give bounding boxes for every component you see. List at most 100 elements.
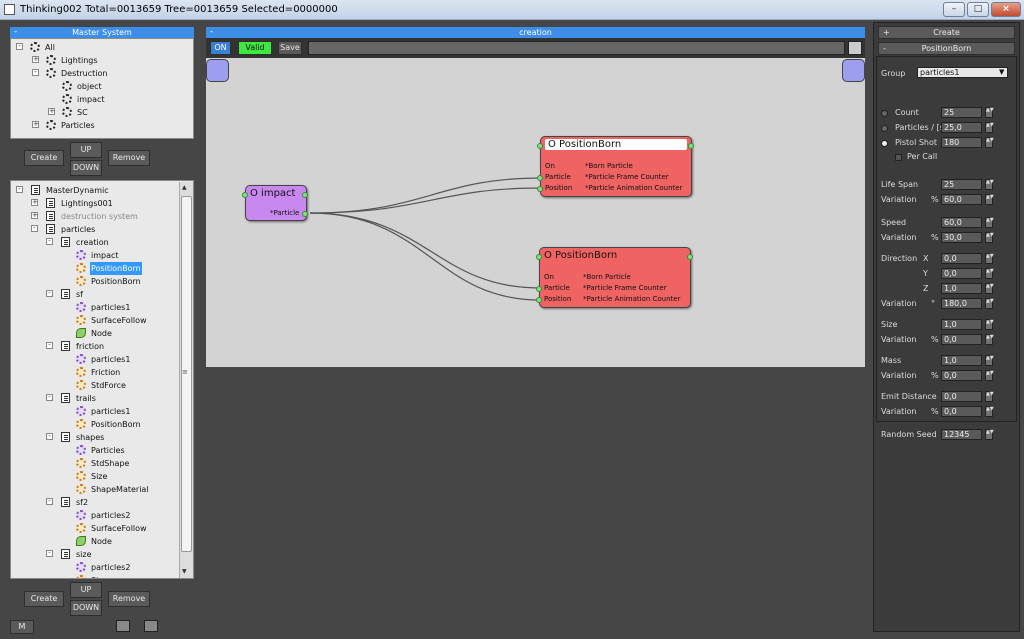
create-button[interactable]: Create [24,150,64,166]
tree-item[interactable]: particles1 [90,301,131,314]
size-variation-field[interactable]: 0,0 [941,334,982,345]
particles-radio[interactable] [881,125,888,132]
minimize-button[interactable]: – [943,2,965,17]
tree-item[interactable]: shapes [75,431,105,444]
tree-item[interactable]: Node [90,535,113,548]
mass-field[interactable]: 1,0 [941,355,982,366]
node-port[interactable] [688,143,694,149]
direction-y-field-spinner[interactable]: ▲▼ [985,268,994,279]
tree-item[interactable]: particles1 [90,353,131,366]
count-field[interactable]: 25 [941,107,982,118]
particles-field[interactable]: 25,0 [941,122,982,133]
master-system-tree[interactable]: - All + Lightings - Destruction object i… [10,38,194,139]
remove-button-bottom[interactable]: Remove [108,591,150,607]
tree-item[interactable]: Friction [90,366,121,379]
mass-field-spinner[interactable]: ▲▼ [985,355,994,366]
count-field-spinner[interactable]: ▲▼ [985,107,994,118]
direction-z-field-spinner[interactable]: ▲▼ [985,283,994,294]
pistol-radio[interactable] [881,140,888,147]
expand-icon[interactable]: + [31,212,38,219]
tree-item[interactable]: Size [90,574,108,578]
tree-item[interactable]: StdForce [90,379,127,392]
expand-icon[interactable]: + [32,56,39,63]
tree-item[interactable]: Particles [90,444,126,457]
expand-icon[interactable]: - [31,225,38,232]
node-positionborn-1[interactable]: O PositionBorn On *Born Particle Particl… [537,136,694,197]
group-dropdown[interactable]: particles1 [917,67,1008,78]
tree-item[interactable]: particles [60,223,96,236]
node-port[interactable] [687,254,693,260]
tree-item[interactable]: SurfaceFollow [90,522,148,535]
expand-icon[interactable]: + [31,199,38,206]
tree-item[interactable]: particles1 [90,405,131,418]
expand-icon[interactable]: - [32,69,39,76]
particles-field-spinner[interactable]: ▲▼ [985,122,994,133]
tree-item[interactable]: Size [90,470,108,483]
emit-distance-field[interactable]: 0,0 [941,391,982,402]
tree-item-destruction[interactable]: Destruction [60,67,108,80]
m-button[interactable]: M [10,620,34,634]
emit-variation-field[interactable]: 0,0 [941,406,982,417]
scroll-down-arrow-icon[interactable]: ▼ [182,568,187,575]
emit-distance-field-spinner[interactable]: ▲▼ [985,391,994,402]
collapse-icon[interactable]: - [14,27,17,38]
random-seed-spinner[interactable]: ▲▼ [985,429,994,440]
tree-item[interactable]: Lightings001 [60,197,114,210]
tree-item[interactable]: particles2 [90,509,131,522]
per-call-checkbox[interactable] [895,154,902,161]
expand-icon[interactable]: + [48,108,55,115]
lifespan-variation-field[interactable]: 60,0 [941,194,982,205]
up-button[interactable]: UP [70,142,102,158]
direction-x-field-spinner[interactable]: ▲▼ [985,253,994,264]
size-variation-field-spinner[interactable]: ▲▼ [985,334,994,345]
direction-x-field[interactable]: 0,0 [941,253,982,264]
random-seed-field[interactable]: 12345 [941,429,982,440]
pistol-field[interactable]: 180 [941,137,982,148]
down-button-bottom[interactable]: DOWN [70,600,102,616]
direction-variation-field-spinner[interactable]: ▲▼ [985,298,994,309]
node-impact[interactable]: O impact *Particle [242,185,308,221]
direction-z-field[interactable]: 1,0 [941,283,982,294]
expand-icon[interactable]: - [46,238,53,245]
link-icon[interactable] [116,620,130,632]
expand-icon[interactable]: - [46,394,53,401]
expand-icon[interactable]: - [46,342,53,349]
speed-variation-field[interactable]: 30,0 [941,232,982,243]
tree-item-lightings[interactable]: Lightings [60,54,99,67]
mass-variation-field-spinner[interactable]: ▲▼ [985,370,994,381]
expand-icon[interactable]: + [32,121,39,128]
tree-item-impact[interactable]: impact [76,93,106,106]
expand-icon[interactable]: - [46,498,53,505]
mass-variation-field[interactable]: 0,0 [941,370,982,381]
tree-item[interactable]: PositionBorn [90,262,142,275]
tree-item-sc[interactable]: SC [76,106,89,119]
tree-item[interactable]: friction [75,340,105,353]
node-port[interactable] [537,175,543,181]
tree-item[interactable]: impact [90,249,120,262]
expand-icon[interactable]: - [46,290,53,297]
speed-field-spinner[interactable]: ▲▼ [985,217,994,228]
create-rollout-button[interactable]: + Create [878,26,1015,39]
size-field[interactable]: 1,0 [941,319,982,330]
node-port[interactable] [536,254,542,260]
node-port[interactable] [242,192,248,198]
maximize-button[interactable]: □ [967,2,989,17]
lifespan-field[interactable]: 25 [941,179,982,190]
unlink-icon[interactable] [144,620,158,632]
node-port[interactable] [302,211,308,217]
speed-variation-field-spinner[interactable]: ▲▼ [985,232,994,243]
tree-item[interactable]: SurfaceFollow [90,314,148,327]
down-button[interactable]: DOWN [70,160,102,176]
speed-field[interactable]: 60,0 [941,217,982,228]
count-radio[interactable] [881,110,888,117]
expand-icon[interactable]: - [46,550,53,557]
tree-item[interactable]: MasterDynamic [45,184,110,197]
tree-item[interactable]: PositionBorn [90,418,142,431]
emit-variation-field-spinner[interactable]: ▲▼ [985,406,994,417]
node-port[interactable] [536,286,542,292]
size-field-spinner[interactable]: ▲▼ [985,319,994,330]
tree-item[interactable]: size [75,548,93,561]
tree-scrollbar[interactable]: ▲ ≡ ▼ [179,182,193,578]
node-port[interactable] [302,192,308,198]
pistol-field-spinner[interactable]: ▲▼ [985,137,994,148]
